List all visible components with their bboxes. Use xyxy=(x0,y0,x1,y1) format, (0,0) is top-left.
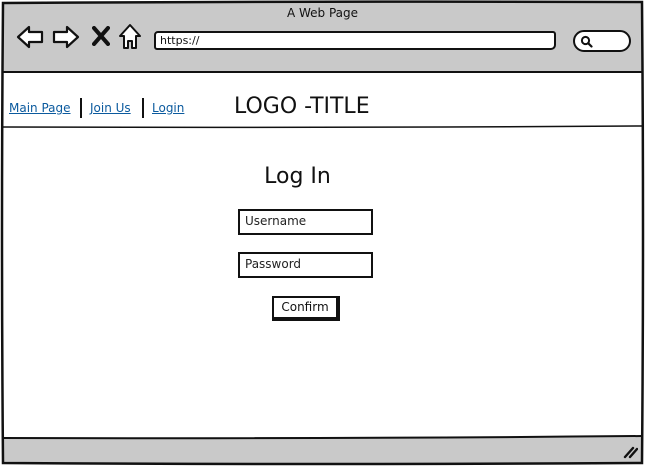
search-button[interactable] xyxy=(573,30,631,52)
home-icon[interactable] xyxy=(118,23,142,50)
search-icon xyxy=(580,35,593,48)
nav-link-main-page[interactable]: Main Page xyxy=(9,101,71,115)
stop-x-icon[interactable] xyxy=(92,26,110,46)
password-placeholder: Password xyxy=(245,257,302,271)
password-field[interactable]: Password xyxy=(238,252,373,278)
confirm-button[interactable]: Confirm xyxy=(272,296,340,321)
username-field[interactable]: Username xyxy=(238,209,373,235)
forward-arrow-icon[interactable] xyxy=(52,24,80,50)
nav-separator xyxy=(80,98,82,118)
nav-separator xyxy=(142,98,144,118)
nav-link-join-us[interactable]: Join Us xyxy=(90,101,131,115)
browser-title-text: A Web Page xyxy=(286,6,359,20)
browser-window: A Web Page https:// Main Page Join Us Lo… xyxy=(0,0,645,466)
resize-grip-icon[interactable] xyxy=(622,445,638,459)
nav-link-login[interactable]: Login xyxy=(152,101,184,115)
address-bar[interactable]: https:// xyxy=(154,31,556,50)
logo-title: LOGO -TITLE xyxy=(234,94,370,119)
confirm-button-label: Confirm xyxy=(281,300,329,314)
browser-title: A Web Page xyxy=(0,6,645,20)
back-arrow-icon[interactable] xyxy=(16,24,44,50)
login-heading: Log In xyxy=(264,164,331,189)
address-bar-text: https:// xyxy=(160,34,200,47)
username-placeholder: Username xyxy=(245,214,307,228)
